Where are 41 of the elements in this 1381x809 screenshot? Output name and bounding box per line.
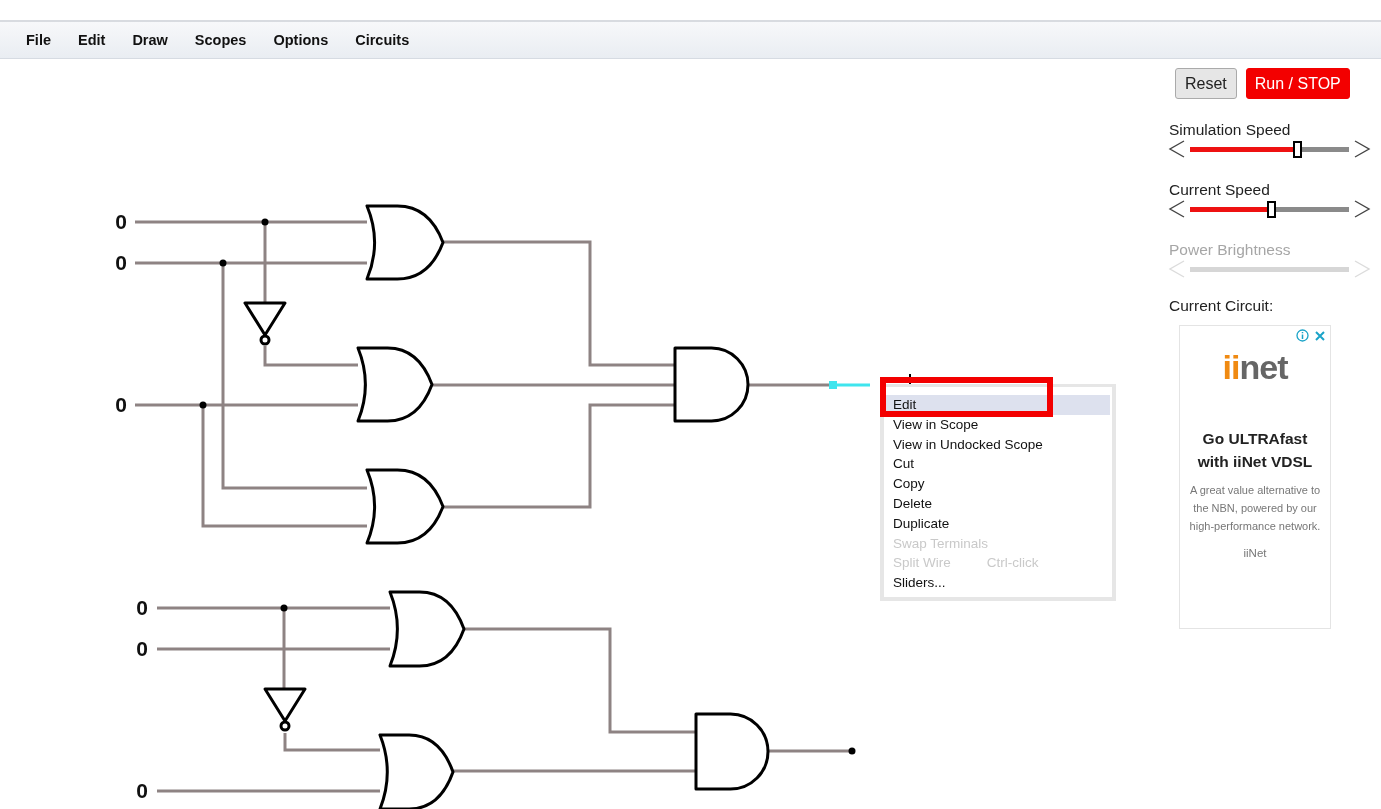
menu-item[interactable]: Draw bbox=[132, 32, 168, 48]
junction-dot bbox=[261, 218, 269, 226]
junction-dot bbox=[280, 604, 288, 612]
input-value: 0 bbox=[115, 393, 127, 416]
inverter-gate bbox=[263, 687, 307, 732]
inverter-gate bbox=[243, 301, 287, 346]
ad-headline[interactable]: Go ULTRAfast with iiNet VDSL bbox=[1180, 427, 1330, 473]
current-circuit-label: Current Circuit: bbox=[1168, 297, 1275, 315]
menu-option[interactable]: Copy bbox=[886, 474, 1110, 494]
junction-dot bbox=[219, 259, 227, 267]
advertiser-name: iiNet bbox=[1243, 547, 1267, 559]
menu-item[interactable]: Scopes bbox=[194, 32, 247, 48]
input-value: 0 bbox=[115, 251, 127, 274]
slider-label: Power Brightness bbox=[1168, 241, 1292, 259]
menu-item[interactable]: File bbox=[26, 32, 51, 48]
wire-handle bbox=[829, 381, 837, 389]
reset-button[interactable]: Reset bbox=[1175, 68, 1237, 99]
slider-thumb[interactable] bbox=[1267, 200, 1277, 218]
menu-item[interactable]: Edit bbox=[78, 32, 106, 48]
input-value: 0 bbox=[136, 779, 148, 802]
menu-item[interactable]: Options bbox=[273, 32, 329, 48]
menu-option[interactable]: Duplicate bbox=[886, 513, 1110, 534]
junction-dot bbox=[199, 401, 207, 409]
input-value: 0 bbox=[115, 210, 127, 233]
ad-text: A great value alternative to the NBN, powered by our high-performance network. bbox=[1188, 483, 1322, 534]
input-value: 0 bbox=[136, 637, 148, 660]
junction-dot bbox=[848, 747, 856, 755]
slider-label: Simulation Speed bbox=[1168, 121, 1292, 139]
menu-option[interactable]: View in Undocked Scope bbox=[886, 434, 1110, 455]
info-icon[interactable] bbox=[1296, 329, 1309, 342]
menu-item[interactable]: Circuits bbox=[355, 32, 410, 48]
close-icon[interactable] bbox=[1314, 329, 1326, 342]
menu-option[interactable]: Sliders... bbox=[886, 573, 1110, 593]
menu-option[interactable]: Cut bbox=[886, 454, 1110, 475]
input-value: 0 bbox=[136, 596, 148, 619]
slider-label: Current Speed bbox=[1168, 181, 1271, 199]
run-stop-button[interactable]: Run / STOP bbox=[1245, 68, 1350, 99]
menu-option[interactable]: View in Scope bbox=[886, 414, 1110, 435]
menu-option[interactable]: Delete bbox=[886, 494, 1110, 514]
slider-thumb[interactable] bbox=[1292, 140, 1302, 158]
brand-logo[interactable]: iinet bbox=[1222, 348, 1288, 387]
